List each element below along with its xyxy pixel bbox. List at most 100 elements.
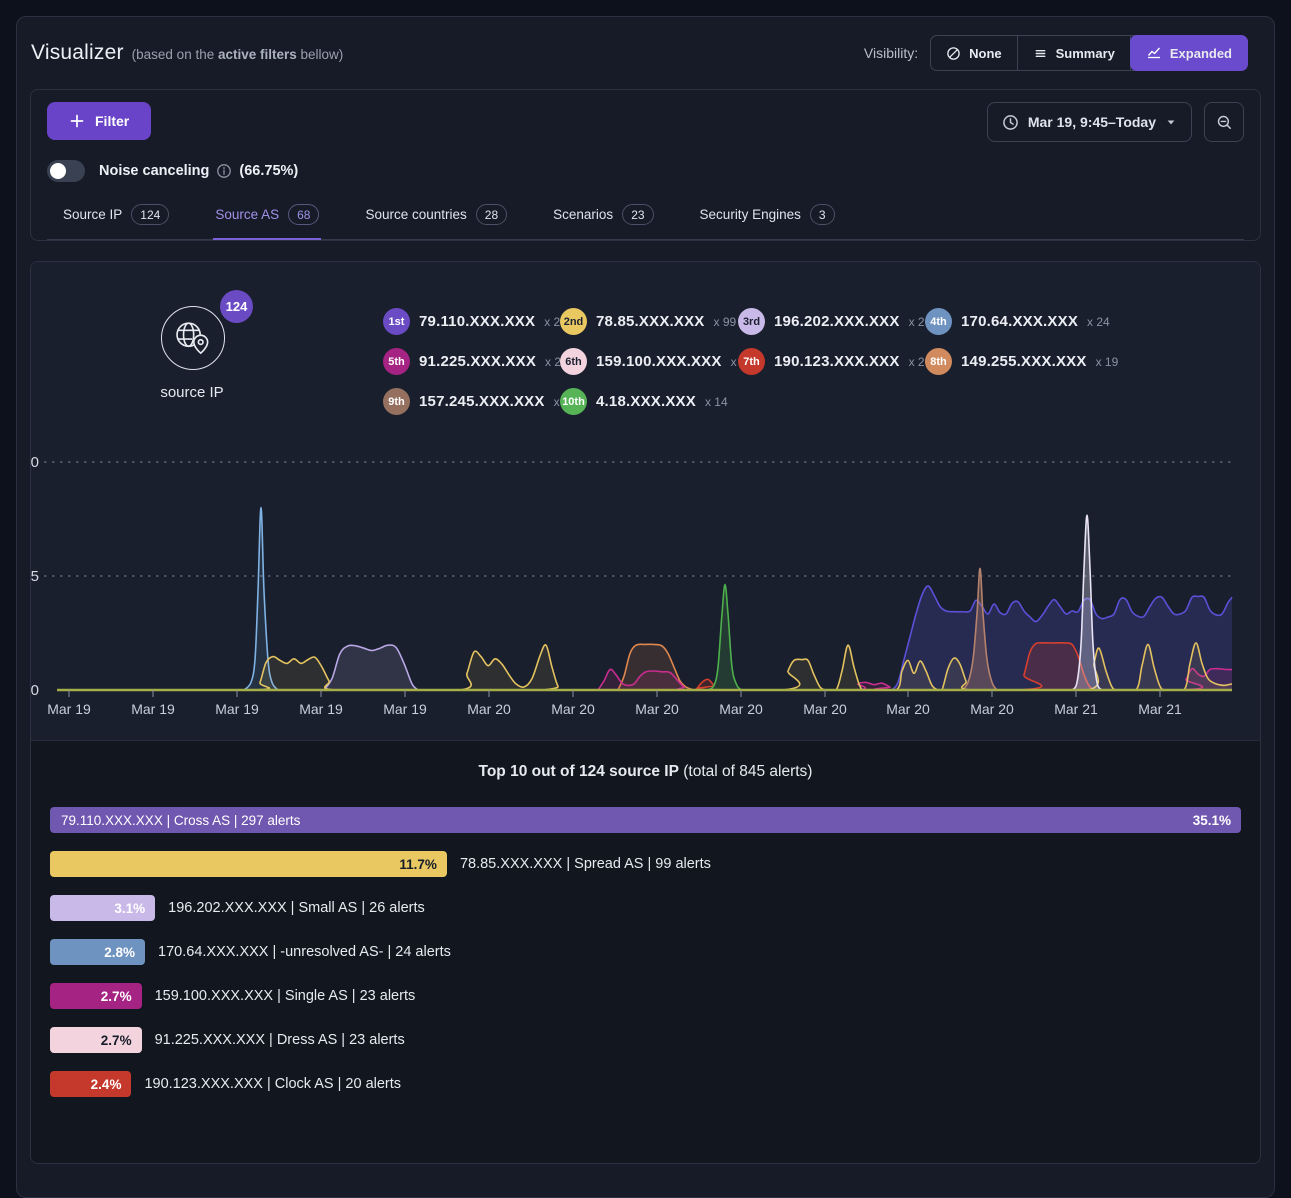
expanded-icon — [1146, 45, 1162, 61]
x-tick-label: Mar 20 — [803, 701, 847, 717]
bar-label: 79.110.XXX.XXX | Cross AS | 297 alerts — [50, 813, 300, 828]
legend-item-157-245-xxx-xxx: 9th157.245.XXX.XXXx 16 — [383, 388, 560, 415]
tab-source-as[interactable]: Source AS 68 — [213, 198, 321, 240]
alert-bar: 3.1% — [50, 895, 155, 921]
bar-row-170-64-xxx-xxx: 2.8%170.64.XXX.XXX | -unresolved AS- | 2… — [50, 939, 1241, 965]
rank-badge: 8th — [925, 348, 952, 375]
tab-count-badge: 28 — [476, 204, 507, 225]
legend-ip: 196.202.XXX.XXX — [774, 313, 900, 330]
series-fill-4-18-xxx-xxx — [708, 584, 742, 690]
plus-icon — [69, 113, 85, 129]
legend-item-159-100-xxx-xxx: 6th159.100.XXX.XXXx 23 — [560, 348, 738, 375]
legend-item-91-225-xxx-xxx: 5th91.225.XXX.XXXx 23 — [383, 348, 560, 375]
bar-label: 91.225.XXX.XXX | Dress AS | 23 alerts — [155, 1032, 405, 1048]
tab-label: Source AS — [215, 207, 279, 222]
filter-panel: Filter Mar 19, 9:45–Today — [30, 89, 1261, 241]
x-tick-label: Mar 20 — [467, 701, 511, 717]
bar-row-196-202-xxx-xxx: 3.1%196.202.XXX.XXX | Small AS | 26 aler… — [50, 895, 1241, 921]
rank-badge: 3rd — [738, 308, 765, 335]
legend-count: x 14 — [705, 395, 728, 409]
legend-item-79-110-xxx-xxx: 1st79.110.XXX.XXXx 297 — [383, 308, 560, 335]
visibility-option-label: Expanded — [1170, 46, 1232, 61]
alert-bar: 2.4% — [50, 1071, 131, 1097]
x-tick-label: Mar 19 — [383, 701, 427, 717]
bar-label: 159.100.XXX.XXX | Single AS | 23 alerts — [155, 988, 416, 1004]
chevron-down-icon — [1165, 116, 1177, 128]
tab-source-countries[interactable]: Source countries 28 — [363, 198, 509, 240]
rank-badge: 5th — [383, 348, 410, 375]
visibility-none-button[interactable]: None — [931, 36, 1018, 70]
tab-source-ip[interactable]: Source IP 124 — [61, 198, 171, 240]
rank-badge: 10th — [560, 388, 587, 415]
x-tick-label: Mar 21 — [1054, 701, 1098, 717]
legend-item-78-85-xxx-xxx: 2nd78.85.XXX.XXXx 99 — [560, 308, 738, 335]
legend-ip: 4.18.XXX.XXX — [596, 393, 696, 410]
legend-item-170-64-xxx-xxx: 4th 170.64.XXX.XXX x 24 — [925, 308, 1118, 335]
timeline-chart-block: 124 source IP 1st79.110.XXX.XXXx 2972nd7… — [31, 262, 1260, 740]
entity-tabs: Source IP 124 Source AS 68 Source countries 2… — [47, 198, 1244, 240]
legend-item-149-255-xxx-xxx: 8th 149.255.XXX.XXX x 19 — [925, 348, 1118, 375]
alert-bar: 79.110.XXX.XXX | Cross AS | 297 alerts35… — [50, 807, 1241, 833]
toggle-knob — [50, 163, 66, 179]
clock-icon — [1002, 114, 1019, 131]
legend-ip: 157.245.XXX.XXX — [419, 393, 545, 410]
tab-label: Source countries — [365, 207, 466, 222]
legend-count: x 99 — [714, 315, 737, 329]
visibility-option-label: Summary — [1056, 46, 1115, 61]
visibility-label: Visibility: — [864, 45, 918, 61]
noise-canceling-percent: (66.75%) — [239, 163, 298, 179]
zoom-out-button[interactable] — [1204, 102, 1244, 142]
alert-bar: 2.7% — [50, 1027, 142, 1053]
rank-badge: 1st — [383, 308, 410, 335]
alert-bar: 2.8% — [50, 939, 145, 965]
bar-row-91-225-xxx-xxx: 2.7% 91.225.XXX.XXX | Dress AS | 23 alert… — [50, 1027, 1241, 1053]
date-range-picker[interactable]: Mar 19, 9:45–Today — [987, 102, 1192, 142]
legend-count: x 19 — [1096, 355, 1119, 369]
y-tick-label: 30 — [31, 454, 39, 471]
add-filter-button[interactable]: Filter — [47, 102, 151, 140]
x-tick-label: Mar 19 — [299, 701, 343, 717]
source-ip-icon — [161, 306, 225, 370]
info-icon[interactable] — [216, 163, 232, 179]
visibility-expanded-button[interactable]: Expanded — [1130, 35, 1248, 71]
x-tick-label: Mar 20 — [635, 701, 679, 717]
legend-ip: 149.255.XXX.XXX — [961, 353, 1087, 370]
x-tick-label: Mar 19 — [131, 701, 175, 717]
y-tick-label: 15 — [31, 568, 39, 585]
legend-ip: 190.123.XXX.XXX — [774, 353, 900, 370]
legend-item-4-18-xxx-xxx: 10th 4.18.XXX.XXX x 14 — [560, 388, 738, 415]
x-tick-label: Mar 19 — [47, 701, 91, 717]
top-ip-legend: 1st79.110.XXX.XXXx 2972nd78.85.XXX.XXXx … — [383, 308, 1118, 415]
visibility-segmented-control: None Summary Expanded — [930, 35, 1248, 71]
x-tick-label: Mar 21 — [1138, 701, 1182, 717]
bar-percent: 2.7% — [91, 1033, 142, 1048]
noise-canceling-toggle[interactable] — [47, 160, 85, 182]
x-tick-label: Mar 20 — [970, 701, 1014, 717]
alerts-timeline-chart: 01530Mar 19Mar 19Mar 19Mar 19Mar 19Mar 2… — [31, 450, 1261, 722]
tab-count-badge: 124 — [131, 204, 169, 225]
legend-ip: 170.64.XXX.XXX — [961, 313, 1078, 330]
rank-badge: 4th — [925, 308, 952, 335]
top10-section: Top 10 out of 124 source IP (total of 84… — [31, 740, 1260, 1163]
x-tick-label: Mar 20 — [551, 701, 595, 717]
bar-percent: 3.1% — [104, 901, 155, 916]
top10-bars: 79.110.XXX.XXX | Cross AS | 297 alerts35… — [50, 807, 1241, 1097]
summary-icon — [1033, 46, 1048, 61]
tab-label: Scenarios — [553, 207, 613, 222]
top10-title: Top 10 out of 124 source IP (total of 84… — [50, 763, 1241, 781]
header: Visualizer (based on the active filters … — [17, 17, 1274, 85]
rank-badge: 7th — [738, 348, 765, 375]
legend-ip: 78.85.XXX.XXX — [596, 313, 705, 330]
tab-security-engines[interactable]: Security Engines3 — [698, 198, 837, 240]
bar-row-159-100-xxx-xxx: 2.7%159.100.XXX.XXX | Single AS | 23 ale… — [50, 983, 1241, 1009]
tab-label: Security Engines — [700, 207, 801, 222]
visibility-summary-button[interactable]: Summary — [1018, 36, 1131, 70]
rank-badge: 9th — [383, 388, 410, 415]
tab-count-badge: 68 — [288, 204, 319, 225]
bar-row-78-85-xxx-xxx: 11.7%78.85.XXX.XXX | Spread AS | 99 aler… — [50, 851, 1241, 877]
tab-scenarios[interactable]: Scenarios23 — [551, 198, 655, 240]
none-icon — [946, 46, 961, 61]
visualizer-panel: Visualizer (based on the active filters … — [16, 16, 1275, 1198]
tab-label: Source IP — [63, 207, 122, 222]
legend-count: x 24 — [1087, 315, 1110, 329]
